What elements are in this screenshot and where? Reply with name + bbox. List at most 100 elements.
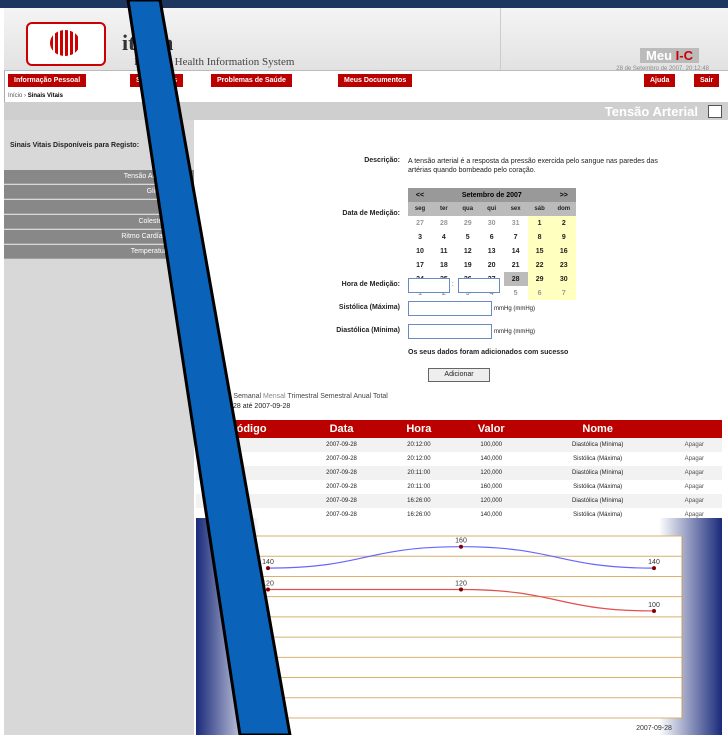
table-cell: 2007-09-28	[326, 484, 357, 490]
blood-pressure-chart: 140 160 140 120 120 100 2007-09-28 2007-09-28	[239, 535, 683, 732]
calendar-day[interactable]: 28	[432, 216, 456, 230]
calendar-day[interactable]: 31	[503, 216, 528, 230]
period-anual[interactable]: Anual	[353, 393, 371, 400]
nav-informacao-pessoal[interactable]: Informação Pessoal	[8, 74, 87, 87]
table-cell: 120,000	[453, 494, 529, 508]
period-range: 2007-09-28 até 2007-09-28	[205, 403, 291, 410]
calendar-day[interactable]: 2	[551, 216, 576, 230]
calendar-day[interactable]: 15	[527, 244, 552, 258]
calendar-day[interactable]: 17	[408, 258, 433, 272]
main-nav: Informação Pessoal Sinais Vitais Problem…	[4, 72, 728, 90]
calendar-day[interactable]: 6	[527, 286, 552, 300]
calendar-day[interactable]: 28	[503, 272, 528, 286]
table-cell: 16:26:00	[383, 494, 454, 508]
calendar-day[interactable]: 27	[408, 216, 433, 230]
table-cell: 120,000	[453, 466, 529, 480]
calendar-next[interactable]: >>	[551, 188, 576, 202]
delete-link[interactable]: Apagar	[666, 466, 722, 480]
meu-ic-link[interactable]: Meu I-C	[640, 48, 699, 63]
diastolic-unit: mmHg (mmHg)	[494, 329, 535, 335]
calendar-day[interactable]: 12	[455, 244, 480, 258]
delete-link[interactable]: Apagar	[666, 494, 722, 508]
period-mensal[interactable]: Mensal	[263, 393, 286, 400]
systolic-label: Sistólica (Máxima)	[338, 304, 400, 311]
calendar-day[interactable]: 14	[503, 244, 528, 258]
calendar-day[interactable]: 29	[455, 216, 480, 230]
sidebar-item-colesterol[interactable]: Colesterol	[4, 215, 194, 229]
sidebar-item-glicose[interactable]: Glicose	[4, 185, 194, 199]
table-cell	[196, 452, 299, 466]
calendar-day[interactable]: 4	[432, 230, 456, 244]
calendar-day[interactable]: 11	[432, 244, 456, 258]
delete-link[interactable]: Apagar	[667, 480, 722, 494]
add-button[interactable]: Adicionar	[428, 368, 490, 382]
data-point	[266, 566, 270, 571]
x-tick-label: 2007-09-28	[636, 725, 672, 732]
calendar-dayname: seg	[408, 202, 433, 216]
calendar-day[interactable]: 29	[527, 272, 552, 286]
x-tick-label: 2007-09-28	[250, 725, 286, 732]
period-total[interactable]: Total	[373, 393, 388, 400]
table-row: 2007-09-28 20:11:00 120,000 Diastólica (Mín…	[196, 466, 722, 480]
sidebar-title: Sinais Vitais Disponíveis para Registo:	[10, 142, 140, 149]
sidebar-item-temperatura[interactable]: Temperatura	[4, 245, 194, 259]
calendar-day[interactable]: 30	[479, 216, 504, 230]
calendar-day[interactable]: 7	[551, 286, 576, 300]
calendar-day[interactable]: 5	[503, 286, 528, 300]
calendar-day[interactable]: 22	[527, 258, 552, 272]
delete-link[interactable]: Apagar	[666, 438, 722, 452]
print-icon[interactable]	[708, 105, 722, 118]
calendar-day[interactable]: 18	[432, 258, 456, 272]
nav-sinais-vitais[interactable]: Sinais Vitais	[130, 74, 184, 87]
data-label: 120	[262, 581, 274, 588]
calendar-day[interactable]: 6	[479, 230, 504, 244]
calendar-day[interactable]: 20	[479, 258, 504, 272]
calendar-day[interactable]: 7	[503, 230, 528, 244]
data-label: 100	[648, 602, 660, 609]
calendar-day[interactable]: 9	[551, 230, 576, 244]
period-semanal[interactable]: Semanal	[233, 393, 261, 400]
time-separator: :	[452, 282, 454, 288]
user-area: Meu I-C 28 de Setembro de 2007, 20:12:48	[500, 8, 728, 72]
table-cell	[196, 466, 300, 480]
calendar-day[interactable]: 16	[551, 244, 576, 258]
data-point	[459, 544, 463, 549]
delete-link[interactable]: Apagar	[667, 452, 722, 466]
breadcrumb-home[interactable]: Início	[8, 93, 22, 99]
table-row: 1 2007-09-28 16:26:00 120,000 Diastólica (Mí…	[196, 494, 722, 508]
sidebar-item-ritmo[interactable]: Ritmo Cardíaco	[4, 230, 194, 244]
calendar-day[interactable]: 10	[408, 244, 433, 258]
table-cell: 20:11:00	[383, 466, 454, 480]
exit-button[interactable]: Sair	[694, 74, 720, 87]
diastolic-input[interactable]	[408, 324, 492, 339]
hour-input[interactable]	[408, 278, 450, 293]
calendar-day[interactable]: 23	[551, 258, 576, 272]
calendar-day[interactable]: 1	[527, 216, 552, 230]
calendar-day[interactable]: 5	[455, 230, 480, 244]
period-label: Período:	[205, 393, 232, 400]
calendar-title: Setembro de 2007	[432, 188, 552, 202]
minute-input[interactable]	[458, 278, 500, 293]
nav-problemas-saude[interactable]: Problemas de Saúde	[211, 74, 292, 87]
calendar-day[interactable]: 21	[503, 258, 528, 272]
sidebar-item-blank[interactable]	[4, 200, 194, 214]
calendar-prev[interactable]: <<	[408, 188, 433, 202]
col-hora: Hora	[383, 420, 454, 438]
calendar-day[interactable]: 30	[551, 272, 576, 286]
table-cell: Diastólica (Mínima)	[528, 494, 667, 508]
calendar-day[interactable]: 19	[455, 258, 480, 272]
period-trimestral[interactable]: Trimestral	[287, 393, 318, 400]
data-label: 160	[455, 538, 467, 545]
table-row: 2007-09-28 20:12:00 100,000 Diastólica (Mín…	[196, 438, 722, 452]
calendar-day[interactable]: 3	[408, 230, 433, 244]
period-semestral[interactable]: Semestral	[320, 393, 352, 400]
systolic-input[interactable]	[408, 301, 492, 316]
col-codigo: Código	[196, 420, 300, 438]
calendar-day[interactable]: 8	[527, 230, 552, 244]
table-cell: Sistólica (Máxima)	[573, 456, 623, 462]
calendar-day[interactable]: 13	[479, 244, 504, 258]
top-strip	[0, 0, 728, 8]
sidebar-item-tensao[interactable]: Tensão Arterial	[4, 170, 194, 184]
help-button[interactable]: Ajuda	[644, 74, 676, 87]
nav-meus-documentos[interactable]: Meus Documentos	[338, 74, 413, 87]
